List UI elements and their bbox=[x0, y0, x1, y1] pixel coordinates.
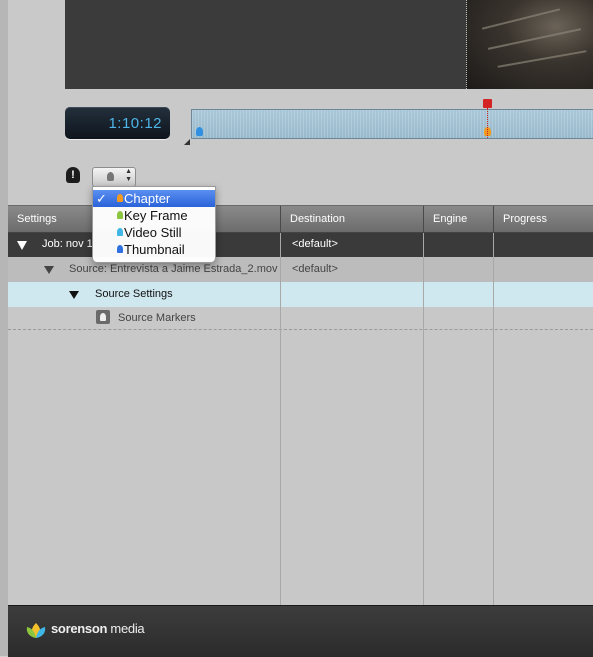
menu-item-label: Thumbnail bbox=[124, 242, 185, 257]
checkmark-icon: ✓ bbox=[96, 191, 107, 206]
source-destination: <default> bbox=[292, 263, 338, 275]
column-divider bbox=[493, 233, 494, 606]
menu-item-label: Video Still bbox=[124, 225, 182, 240]
stepper-arrows-icon: ▲ ▼ bbox=[125, 168, 132, 183]
brand-bold: sorenson bbox=[51, 621, 108, 636]
video-still-marker-icon bbox=[117, 228, 123, 236]
timeline-corner-triangle-icon bbox=[184, 139, 190, 145]
job-destination: <default> bbox=[292, 238, 338, 250]
playhead-line bbox=[487, 108, 488, 138]
key-frame-marker-icon bbox=[117, 211, 123, 219]
table-row-source-markers[interactable]: Source Markers bbox=[8, 307, 593, 330]
job-label: Job: nov 1 bbox=[42, 238, 93, 250]
disclosure-triangle-icon[interactable] bbox=[44, 266, 54, 274]
job-table: Settings Destination Engine Progress Job… bbox=[8, 205, 593, 606]
thumbnail-marker-icon bbox=[117, 245, 123, 253]
marker-settings-icon bbox=[96, 310, 110, 324]
chapter-marker-icon bbox=[117, 194, 123, 202]
disclosure-triangle-icon[interactable] bbox=[17, 241, 27, 250]
marker-type-select[interactable]: ▲ ▼ bbox=[92, 167, 136, 187]
menu-item-label: Chapter bbox=[124, 191, 171, 206]
start-marker-pin-icon[interactable] bbox=[196, 127, 203, 136]
column-progress[interactable]: Progress bbox=[494, 206, 593, 232]
brand-light: media bbox=[107, 621, 145, 636]
source-markers-label: Source Markers bbox=[118, 312, 196, 324]
table-row-source-settings[interactable]: Source Settings bbox=[8, 282, 593, 307]
column-engine[interactable]: Engine bbox=[424, 206, 493, 232]
menu-item-key-frame[interactable]: Key Frame bbox=[93, 207, 215, 224]
disclosure-triangle-icon[interactable] bbox=[69, 291, 79, 299]
marker-pin-icon bbox=[107, 172, 114, 181]
column-destination[interactable]: Destination bbox=[281, 206, 423, 232]
column-divider bbox=[280, 233, 281, 606]
menu-item-label: Key Frame bbox=[124, 208, 188, 223]
playhead-handle[interactable] bbox=[483, 99, 492, 108]
timecode-display: 1:10:12 bbox=[65, 107, 170, 139]
video-frame-image bbox=[466, 0, 593, 89]
sorenson-lotus-icon bbox=[26, 623, 46, 638]
menu-item-thumbnail[interactable]: Thumbnail bbox=[93, 241, 215, 258]
marker-type-menu: ✓ Chapter Key Frame Video Still Thumbnai… bbox=[92, 186, 216, 263]
add-marker-icon[interactable]: ! bbox=[66, 167, 80, 183]
source-settings-label: Source Settings bbox=[95, 288, 173, 300]
brand-logo-text: sorenson media bbox=[51, 621, 145, 636]
menu-item-chapter[interactable]: ✓ Chapter bbox=[93, 190, 215, 207]
column-divider bbox=[423, 233, 424, 606]
menu-item-video-still[interactable]: Video Still bbox=[93, 224, 215, 241]
timeline-scrubber[interactable] bbox=[191, 109, 593, 139]
source-label: Source: Entrevista a Jaime Estrada_2.mov bbox=[69, 263, 278, 275]
timecode-value: 1:10:12 bbox=[108, 115, 162, 132]
